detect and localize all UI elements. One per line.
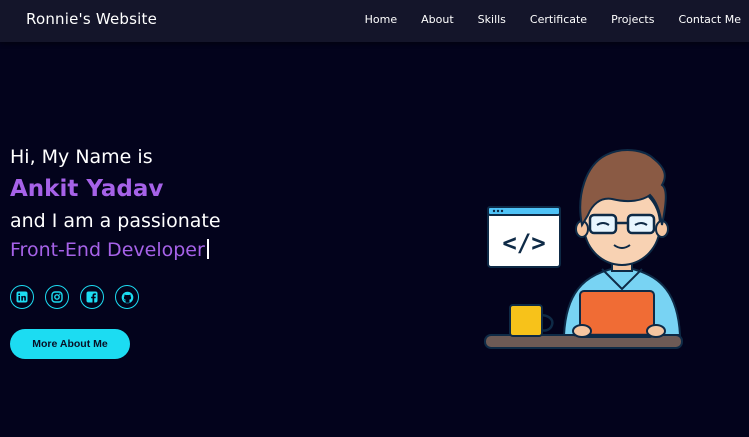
- github-icon: [121, 291, 133, 303]
- site-brand[interactable]: Ronnie's Website: [26, 10, 157, 28]
- hero-text: Hi, My Name is Ankit Yadav and I am a pa…: [10, 144, 221, 263]
- developer-illustration: </>: [484, 149, 683, 349]
- hero-greeting: Hi, My Name is: [10, 146, 153, 168]
- more-about-me-button[interactable]: More About Me: [10, 329, 130, 359]
- instagram-icon: [51, 291, 63, 303]
- code-symbol-text: </>: [502, 229, 545, 257]
- nav-link-projects[interactable]: Projects: [611, 13, 654, 26]
- facebook-button[interactable]: [80, 285, 104, 309]
- hero-name: Ankit Yadav: [10, 176, 164, 202]
- nav-links: Home About Skills Certificate Projects C…: [341, 13, 741, 26]
- coffee-mug-graphic: [509, 304, 554, 337]
- nav-link-home[interactable]: Home: [365, 13, 397, 26]
- nav-link-contact[interactable]: Contact Me: [678, 13, 741, 26]
- hero-role: Front-End Developer: [10, 237, 221, 263]
- nav-link-certificate[interactable]: Certificate: [530, 13, 587, 26]
- instagram-button[interactable]: [45, 285, 69, 309]
- social-links: [10, 285, 139, 309]
- typing-cursor: [206, 239, 209, 259]
- code-window-graphic: </>: [487, 206, 561, 268]
- linkedin-icon: [16, 291, 28, 303]
- nav-link-about[interactable]: About: [421, 13, 454, 26]
- hero-role-text: Front-End Developer: [10, 239, 205, 261]
- facebook-icon: [86, 291, 98, 303]
- github-button[interactable]: [115, 285, 139, 309]
- linkedin-button[interactable]: [10, 285, 34, 309]
- hero-intro: and I am a passionate: [10, 210, 221, 232]
- navbar: Ronnie's Website Home About Skills Certi…: [0, 0, 749, 42]
- nav-link-skills[interactable]: Skills: [478, 13, 506, 26]
